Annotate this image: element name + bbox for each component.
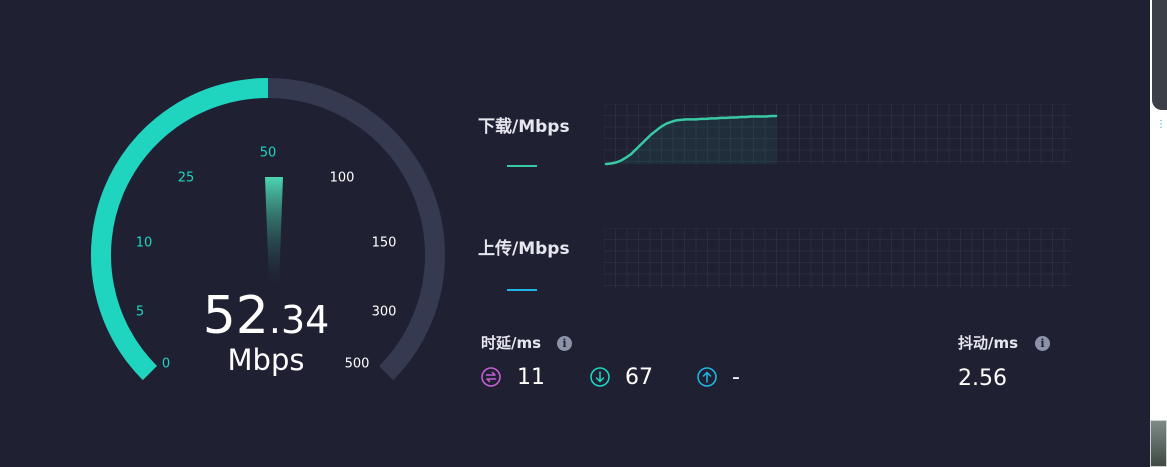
gauge-tick-label: 100 — [329, 170, 355, 186]
speed-gauge — [91, 78, 445, 381]
jitter-label: 抖动/ms — [958, 334, 1019, 352]
thumbnail-preview[interactable] — [1150, 420, 1167, 467]
latency-idle-value: 11 — [517, 365, 545, 390]
jitter-info-icon[interactable]: i — [1035, 336, 1050, 351]
speed-decimal: .34 — [268, 298, 330, 342]
latency-upload-value: - — [732, 365, 740, 390]
latency-download-value: 67 — [625, 365, 653, 390]
arrow-down-circle-icon — [590, 367, 610, 387]
upload-value-placeholder — [507, 289, 537, 291]
upload-label: 上传/Mbps — [478, 239, 570, 259]
gauge-tick-label: 150 — [371, 235, 397, 251]
speed-readout: 52.34 — [166, 286, 366, 346]
side-panel-header — [1152, 0, 1167, 110]
download-label: 下载/Mbps — [478, 117, 570, 137]
speed-integer: 52 — [202, 286, 269, 346]
swap-horizontal-icon — [481, 367, 501, 387]
gauge-needle — [265, 177, 283, 285]
latency-label: 时延/ms — [481, 334, 542, 352]
download-value-placeholder — [507, 165, 537, 167]
gauge-tick-label: 25 — [177, 170, 195, 186]
upload-chart-grid — [604, 228, 1071, 288]
jitter-value: 2.56 — [958, 366, 1007, 391]
arrow-up-circle-icon — [697, 367, 717, 387]
gauge-tick-label: 5 — [135, 304, 145, 320]
download-chart-area — [606, 116, 776, 164]
gauge-tick-label: 50 — [259, 145, 277, 161]
speed-unit: Mbps — [227, 343, 305, 377]
gauge-tick-label: 10 — [135, 235, 153, 251]
more-options-icon[interactable]: ⋮ — [1156, 120, 1166, 130]
latency-info-icon[interactable]: i — [557, 336, 572, 351]
upload-chart — [604, 228, 1071, 288]
gauge-tick-label: 300 — [371, 304, 397, 320]
speed-test-panel: 0 5 10 25 50 100 150 300 500 52.34 Mbps … — [0, 0, 1167, 467]
download-chart — [604, 104, 1071, 166]
